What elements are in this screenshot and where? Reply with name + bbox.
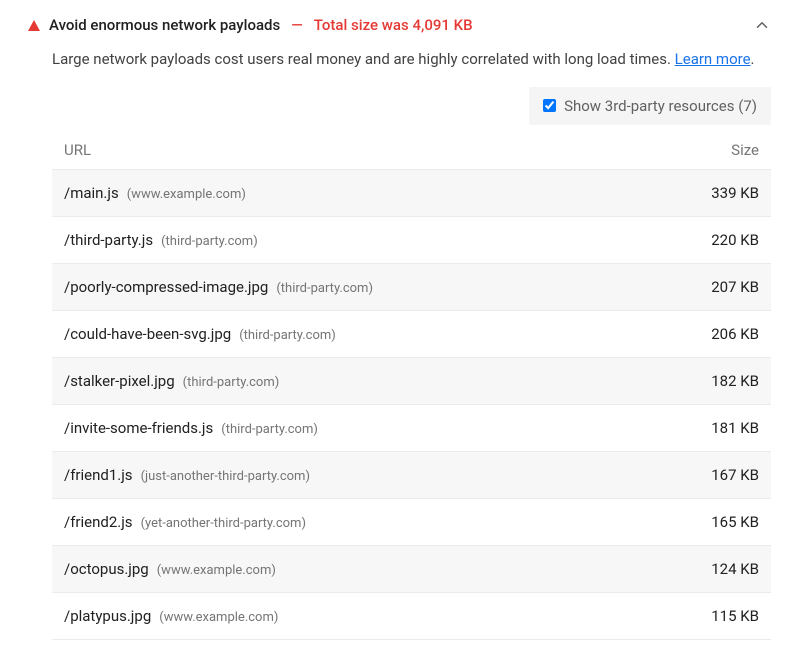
- table-row: /platypus.jpg (www.example.com) 115 KB: [52, 593, 771, 640]
- table-row: /friend2.js (yet-another-third-party.com)…: [52, 499, 771, 546]
- column-header-size: Size: [669, 141, 759, 159]
- audit-display-value: Total size was 4,091 KB: [314, 16, 473, 34]
- resource-size: 207 KB: [669, 278, 759, 296]
- url-cell[interactable]: /third-party.js (third-party.com): [64, 231, 669, 249]
- resource-path: /friend1.js: [64, 466, 133, 484]
- table-row: /could-have-been-svg.jpg (third-party.com…: [52, 311, 771, 358]
- audit-panel: Avoid enormous network payloads — Total …: [0, 0, 799, 660]
- resource-path: /platypus.jpg: [64, 607, 151, 625]
- fail-triangle-icon: [28, 20, 40, 31]
- resource-origin: (just-another-third-party.com): [141, 469, 310, 484]
- third-party-checkbox[interactable]: [543, 99, 556, 112]
- url-cell[interactable]: /could-have-been-svg.jpg (third-party.com…: [64, 325, 669, 343]
- third-party-label: Show 3rd-party resources (7): [564, 97, 757, 115]
- resource-origin: (third-party.com): [183, 375, 280, 390]
- url-cell[interactable]: /platypus.jpg (www.example.com): [64, 607, 669, 625]
- resource-origin: (www.example.com): [157, 563, 276, 578]
- chevron-up-icon[interactable]: [753, 16, 771, 34]
- resource-origin: (yet-another-third-party.com): [141, 516, 306, 531]
- audit-description: Large network payloads cost users real m…: [52, 48, 771, 71]
- column-header-url: URL: [64, 141, 669, 159]
- table-row: /main.js (www.example.com) 339 KB: [52, 170, 771, 217]
- resource-size: 220 KB: [669, 231, 759, 249]
- table-row: /octopus.jpg (www.example.com) 124 KB: [52, 546, 771, 593]
- resource-path: /third-party.js: [64, 231, 153, 249]
- resource-path: /invite-some-friends.js: [64, 419, 213, 437]
- resource-size: 115 KB: [669, 607, 759, 625]
- audit-header[interactable]: Avoid enormous network payloads — Total …: [28, 16, 771, 34]
- resource-size: 181 KB: [669, 419, 759, 437]
- url-cell[interactable]: /poorly-compressed-image.jpg (third-party…: [64, 278, 669, 296]
- table-header: URL Size: [52, 131, 771, 170]
- table-body: /main.js (www.example.com) 339 KB/third-pa…: [52, 170, 771, 640]
- resource-origin: (third-party.com): [161, 234, 258, 249]
- url-cell[interactable]: /friend2.js (yet-another-third-party.com): [64, 513, 669, 531]
- resource-origin: (www.example.com): [159, 610, 278, 625]
- resource-path: /stalker-pixel.jpg: [64, 372, 175, 390]
- audit-title: Avoid enormous network payloads: [49, 16, 280, 34]
- resource-path: /friend2.js: [64, 513, 133, 531]
- resource-path: /main.js: [64, 184, 119, 202]
- table-row: /friend1.js (just-another-third-party.com…: [52, 452, 771, 499]
- table-row: /invite-some-friends.js (third-party.com)…: [52, 405, 771, 452]
- url-cell[interactable]: /octopus.jpg (www.example.com): [64, 560, 669, 578]
- description-suffix: .: [751, 50, 755, 68]
- description-text: Large network payloads cost users real m…: [52, 50, 675, 68]
- resource-size: 182 KB: [669, 372, 759, 390]
- resource-size: 206 KB: [669, 325, 759, 343]
- resource-path: /poorly-compressed-image.jpg: [64, 278, 268, 296]
- third-party-toggle[interactable]: Show 3rd-party resources (7): [529, 87, 771, 125]
- resource-origin: (third-party.com): [276, 281, 373, 296]
- resource-origin: (third-party.com): [221, 422, 318, 437]
- resource-path: /could-have-been-svg.jpg: [64, 325, 231, 343]
- url-cell[interactable]: /invite-some-friends.js (third-party.com): [64, 419, 669, 437]
- resource-size: 165 KB: [669, 513, 759, 531]
- table-row: /poorly-compressed-image.jpg (third-party…: [52, 264, 771, 311]
- url-cell[interactable]: /friend1.js (just-another-third-party.com…: [64, 466, 669, 484]
- url-cell[interactable]: /main.js (www.example.com): [64, 184, 669, 202]
- table-row: /stalker-pixel.jpg (third-party.com) 182 K…: [52, 358, 771, 405]
- resource-size: 167 KB: [669, 466, 759, 484]
- table-row: /third-party.js (third-party.com) 220 KB: [52, 217, 771, 264]
- resource-size: 124 KB: [669, 560, 759, 578]
- resource-path: /octopus.jpg: [64, 560, 149, 578]
- resource-origin: (www.example.com): [127, 187, 246, 202]
- url-cell[interactable]: /stalker-pixel.jpg (third-party.com): [64, 372, 669, 390]
- audit-body: Large network payloads cost users real m…: [28, 34, 771, 640]
- learn-more-link[interactable]: Learn more: [675, 50, 751, 68]
- resource-size: 339 KB: [669, 184, 759, 202]
- third-party-toggle-row: Show 3rd-party resources (7): [52, 87, 771, 125]
- resource-origin: (third-party.com): [239, 328, 336, 343]
- audit-dash: —: [291, 16, 303, 34]
